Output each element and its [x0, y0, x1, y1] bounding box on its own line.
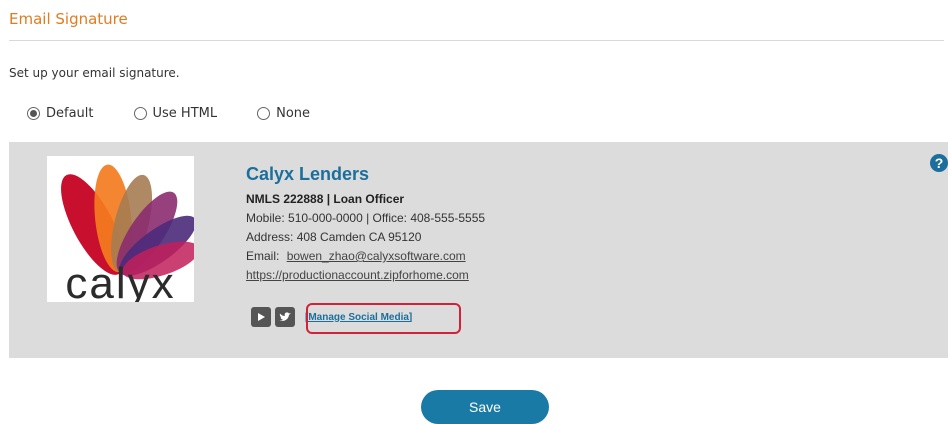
title-divider	[9, 40, 944, 41]
radio-none-label: None	[276, 105, 311, 121]
company-name: Calyx Lenders	[246, 164, 370, 184]
signature-block: Calyx Lenders NMLS 222888 | Loan Officer…	[246, 162, 485, 285]
page-title: Email Signature	[9, 10, 128, 28]
phone-line: Mobile: 510-000-0000 | Office: 408-555-5…	[246, 211, 486, 225]
radio-none[interactable]: None	[257, 106, 310, 121]
radio-none-circle[interactable]	[257, 106, 271, 120]
help-icon[interactable]: ?	[930, 154, 948, 172]
highlight-annotation	[306, 303, 461, 334]
twitter-icon[interactable]	[275, 307, 295, 327]
save-button[interactable]: Save	[421, 390, 549, 424]
company-logo: calyx	[47, 156, 194, 302]
website-line: https://productionaccount.zipforhome.com	[246, 266, 485, 285]
logo-wordmark: calyx	[65, 259, 176, 303]
radio-default-circle[interactable]	[27, 106, 40, 120]
radio-use-html-circle[interactable]	[133, 106, 147, 120]
email-label: Email:	[246, 249, 280, 263]
radio-default-label: Default	[46, 105, 94, 121]
signature-preview-panel: ? calyx Calyx Lenders NMLS 222888 | Loan…	[9, 142, 948, 358]
radio-use-html-label: Use HTML	[152, 105, 218, 121]
intro-text: Set up your email signature.	[9, 66, 180, 80]
email-line: Email: bowen_zhao@calyxsoftware.com	[246, 247, 485, 266]
title-line: NMLS 222888 | Loan Officer	[246, 192, 405, 206]
radio-use-html[interactable]: Use HTML	[133, 105, 218, 121]
website-link[interactable]: https://productionaccount.zipforhome.com	[246, 268, 469, 282]
address-line: Address: 408 Camden CA 95120	[246, 230, 422, 244]
radio-default[interactable]: Default	[27, 106, 94, 121]
signature-mode-radio-group: Default Use HTML None	[27, 103, 310, 123]
email-link[interactable]: bowen_zhao@calyxsoftware.com	[287, 249, 466, 263]
youtube-icon[interactable]	[251, 307, 271, 327]
